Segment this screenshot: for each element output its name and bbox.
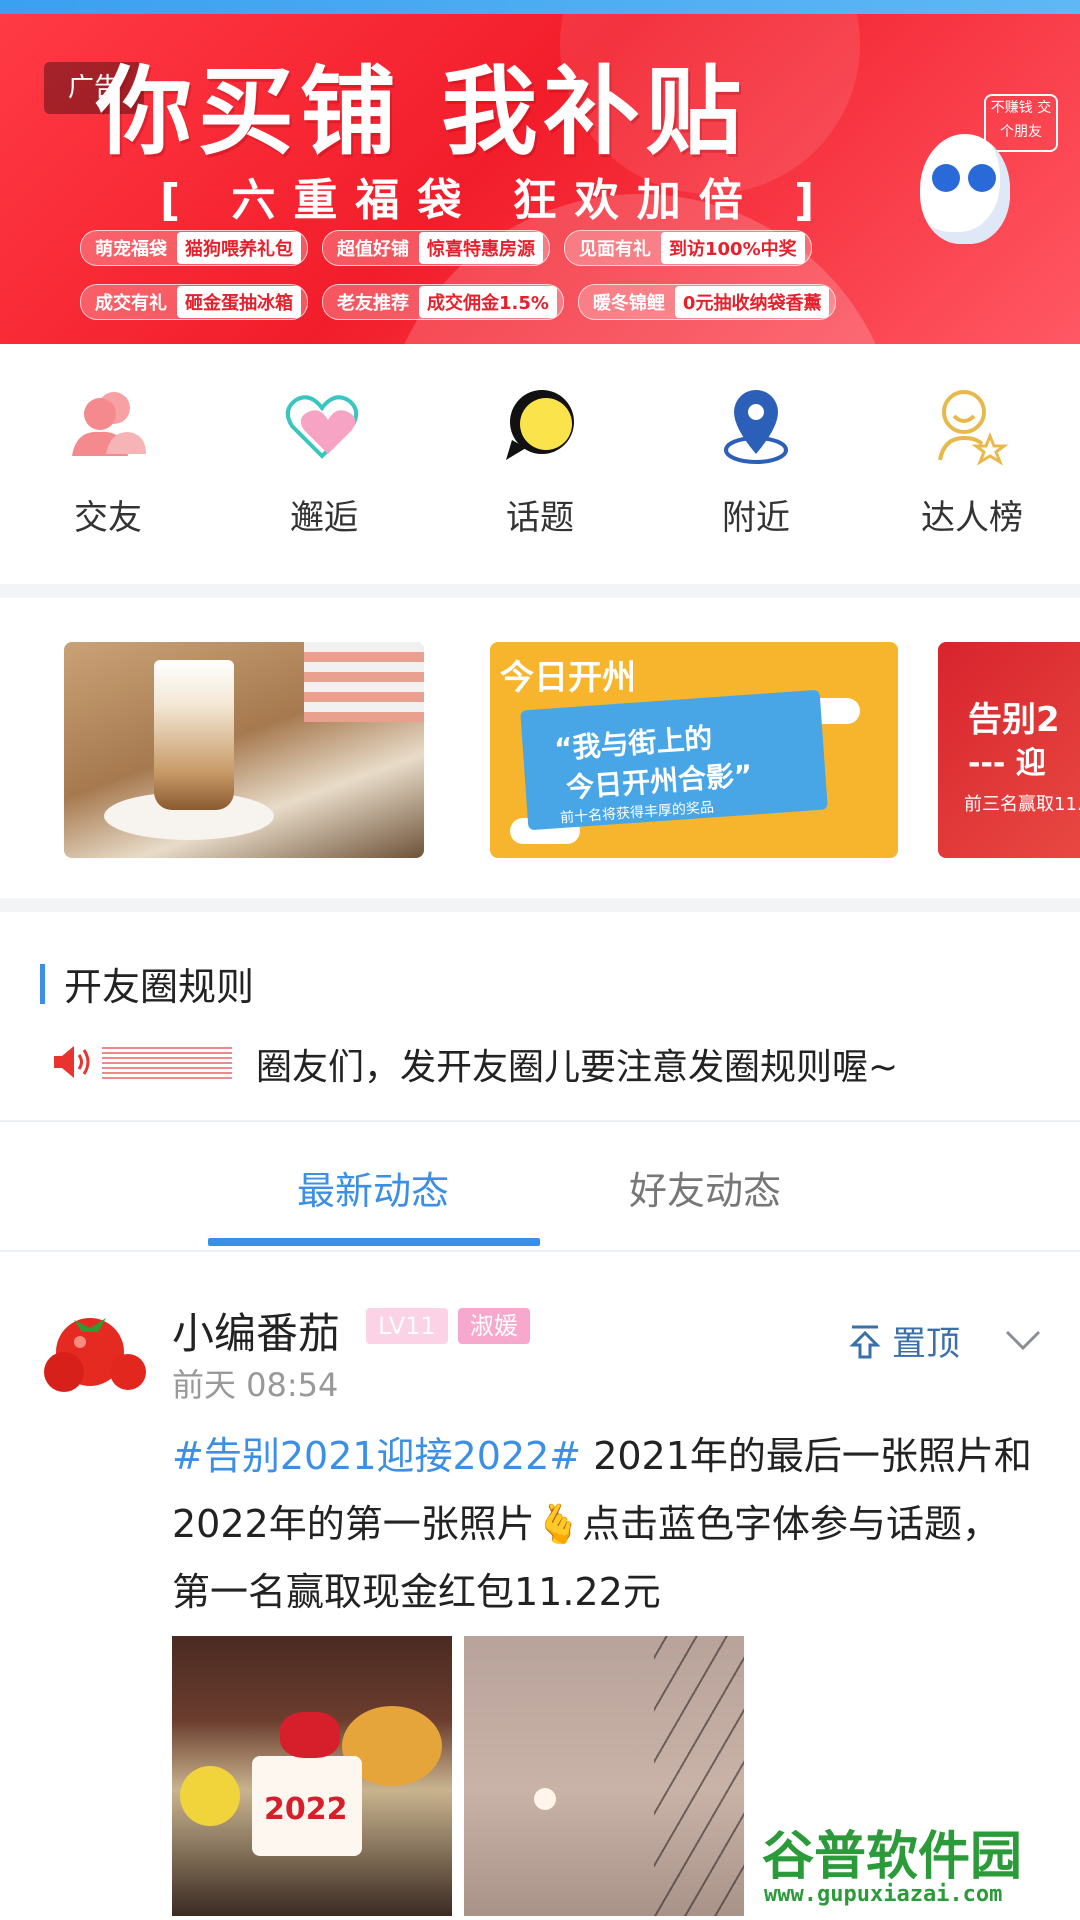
rules-notice[interactable]: 圈友们，发开友圈儿要注意发圈规则喔~ bbox=[256, 1038, 898, 1090]
section-divider bbox=[0, 898, 1080, 912]
post-time: 前天 08:54 bbox=[172, 1366, 339, 1404]
brand-badge: 不赚钱 交个朋友 bbox=[984, 94, 1058, 152]
post-photo[interactable]: 2022 bbox=[172, 1636, 452, 1916]
quick-nav-label: 邂逅 bbox=[290, 498, 358, 538]
carousel-card-newyear[interactable]: 告别2 --- 迎 前三名赢取11. bbox=[938, 642, 1080, 858]
photo-element bbox=[304, 642, 424, 722]
watermark-name: 谷普软件园 bbox=[762, 1827, 1023, 1887]
quick-nav-label: 达人榜 bbox=[921, 498, 1023, 538]
promo-row: 萌宠福袋 猫狗喂养礼包 超值好铺 惊喜特惠房源 见面有礼 到访100%中奖 bbox=[80, 230, 812, 266]
quick-nav-label: 话题 bbox=[506, 498, 574, 538]
post-hashtag[interactable]: #告别2021迎接2022# bbox=[172, 1434, 581, 1478]
mascot-illustration bbox=[920, 134, 1010, 244]
tab-active-indicator bbox=[208, 1238, 540, 1246]
photo-element bbox=[534, 1788, 556, 1810]
promo-item: 萌宠福袋 猫狗喂养礼包 bbox=[80, 230, 308, 266]
post-photo[interactable] bbox=[464, 1636, 744, 1916]
star-person-icon bbox=[938, 390, 1009, 466]
quick-nav-ranking[interactable]: 达人榜 bbox=[892, 384, 1052, 539]
banner-subtitle: [ 六重福袋 狂欢加倍 ] bbox=[160, 175, 833, 226]
quick-nav-label: 附近 bbox=[722, 498, 790, 538]
people-icon bbox=[72, 392, 146, 456]
photo-element bbox=[154, 660, 234, 810]
promo-item: 暖冬锦鲤 0元抽收纳袋香薰 bbox=[577, 284, 837, 320]
mascot-eye bbox=[932, 164, 960, 192]
quick-nav-topics[interactable]: 话题 bbox=[460, 384, 620, 539]
card-title: 今日开州 bbox=[500, 658, 636, 698]
card-text: 前三名赢取11. bbox=[964, 794, 1080, 815]
image-carousel[interactable]: 今日开州 “我与街上的 今日开州合影” 前十名将获得丰厚的奖品 告别2 --- … bbox=[0, 598, 1080, 898]
photo-element bbox=[280, 1712, 340, 1758]
audio-wave-graphic bbox=[102, 1045, 232, 1079]
pin-top-icon bbox=[849, 1325, 881, 1358]
photo-element bbox=[180, 1766, 240, 1826]
pin-button[interactable]: 置顶 bbox=[848, 1316, 960, 1365]
watermark-url: www.gupuxiazai.com bbox=[764, 1882, 1003, 1907]
banner-title: 你买铺 我补贴 bbox=[96, 56, 748, 168]
chat-bubble-icon bbox=[506, 390, 574, 460]
rules-title: 开友圈规则 bbox=[64, 965, 255, 1009]
location-pin-icon bbox=[724, 390, 788, 464]
card-text: 告别2 bbox=[968, 700, 1060, 740]
chevron-down-icon[interactable] bbox=[1004, 1328, 1042, 1352]
promo-item: 老友推荐 成交佣金1.5% bbox=[322, 284, 564, 320]
ad-banner[interactable]: 广告 你买铺 我补贴 [ 六重福袋 狂欢加倍 ] 萌宠福袋 猫狗喂养礼包 超值好铺… bbox=[0, 14, 1080, 344]
quick-nav-nearby[interactable]: 附近 bbox=[676, 384, 836, 539]
section-divider bbox=[0, 584, 1080, 598]
level-badge: LV11 bbox=[366, 1308, 448, 1344]
card-text: --- 迎 bbox=[968, 746, 1046, 781]
photo-element bbox=[654, 1636, 744, 1916]
tab-latest[interactable]: 最新动态 bbox=[208, 1160, 538, 1215]
photo-text: 2022 bbox=[264, 1792, 348, 1827]
carousel-card-coffee[interactable] bbox=[64, 642, 424, 858]
post-username[interactable]: 小编番茄 bbox=[172, 1300, 340, 1361]
feed-tabs: 最新动态 好友动态 bbox=[0, 1122, 1080, 1250]
quick-nav-encounter[interactable]: 邂逅 bbox=[244, 384, 404, 539]
quick-nav-friends[interactable]: 交友 bbox=[28, 384, 188, 539]
watermark: 谷普软件园 www.gupuxiazai.com bbox=[756, 1806, 1080, 1920]
speaker-icon bbox=[54, 1046, 90, 1078]
mascot-eye bbox=[968, 164, 996, 192]
user-tag-badge: 淑媛 bbox=[458, 1308, 530, 1344]
heart-icon bbox=[285, 395, 359, 459]
avatar[interactable] bbox=[40, 1302, 156, 1398]
quick-nav: 交友 邂逅 话题 附近 达人榜 bbox=[0, 344, 1080, 584]
promo-row: 成交有礼 砸金蛋抽冰箱 老友推荐 成交佣金1.5% 暖冬锦鲤 0元抽收纳袋香薰 bbox=[80, 284, 837, 320]
promo-item: 成交有礼 砸金蛋抽冰箱 bbox=[80, 284, 308, 320]
post-content: #告别2021迎接2022# 2021年的最后一张照片和2022年的第一张照片🫰… bbox=[172, 1422, 1032, 1626]
promo-item: 见面有礼 到访100%中奖 bbox=[564, 230, 812, 266]
promo-item: 超值好铺 惊喜特惠房源 bbox=[322, 230, 550, 266]
tab-friends[interactable]: 好友动态 bbox=[540, 1160, 870, 1215]
rules-section: 开友圈规则 圈友们，发开友圈儿要注意发圈规则喔~ bbox=[0, 912, 1080, 1120]
status-strip bbox=[0, 0, 1080, 14]
quick-nav-label: 交友 bbox=[74, 498, 142, 538]
carousel-card-kaizhou[interactable]: 今日开州 “我与街上的 今日开州合影” 前十名将获得丰厚的奖品 bbox=[490, 642, 898, 858]
pin-label: 置顶 bbox=[892, 1324, 960, 1364]
section-accent-bar bbox=[40, 964, 45, 1004]
